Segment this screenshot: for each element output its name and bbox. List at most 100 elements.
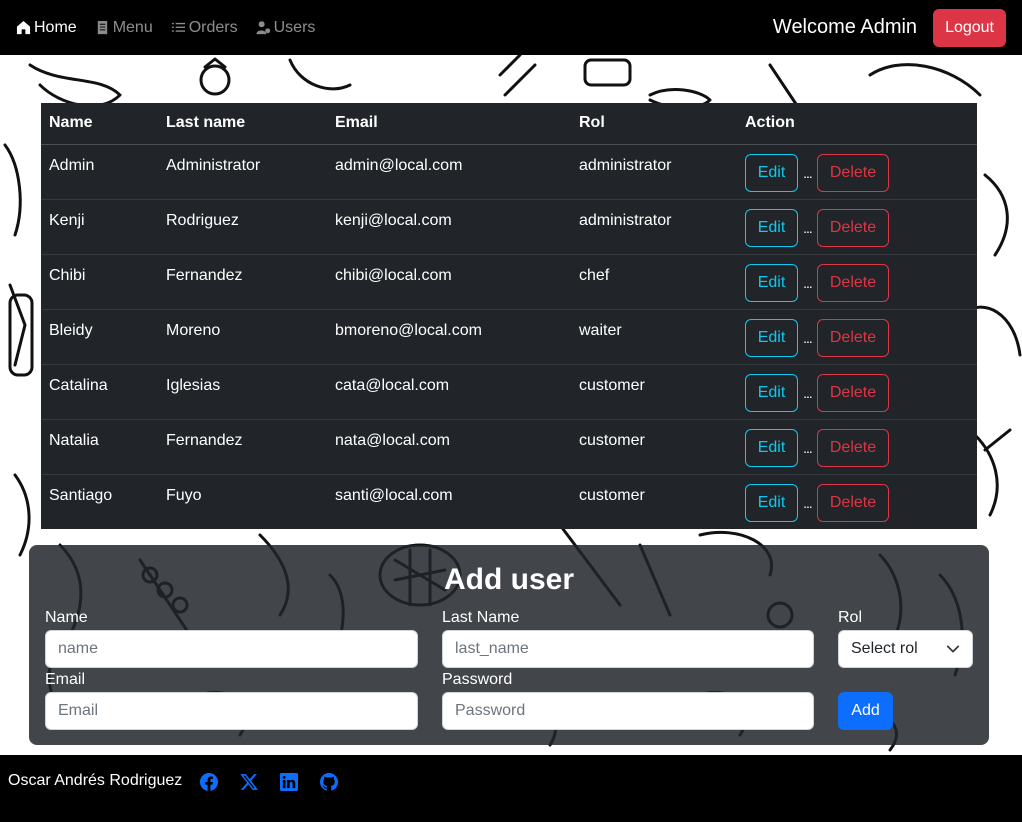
table-row: Bleidy Moreno bmoreno@local.com waiter Edit.… (41, 309, 977, 365)
add-user-form: Add user Name Last Name Rol Select rol E… (29, 545, 989, 745)
list-icon (171, 22, 185, 32)
cell-rol: chef (571, 254, 737, 310)
cell-email: santi@local.com (335, 486, 453, 504)
delete-button[interactable]: Delete (817, 373, 889, 412)
password-label: Password (442, 671, 513, 688)
action-separator: ... (803, 384, 813, 401)
row-actions: Edit... Delete (745, 428, 969, 467)
cell-name: Bleidy (41, 309, 158, 365)
edit-button[interactable]: Edit (745, 373, 798, 412)
top-navbar: Home Menu Orders Users Welcome Admin Log… (0, 0, 1022, 55)
rol-select[interactable]: Select rol (838, 630, 973, 668)
github-icon (320, 773, 338, 791)
cell-actions: Edit... Delete (737, 144, 977, 200)
cell-name: Admin (41, 144, 158, 200)
row-actions: Edit... Delete (745, 373, 969, 412)
linkedin-icon (280, 773, 298, 791)
x-link[interactable] (240, 773, 258, 791)
last-name-label: Last Name (442, 609, 520, 626)
cell-rol: customer (579, 486, 645, 504)
chevron-down-icon (946, 645, 960, 653)
password-input[interactable] (442, 692, 814, 730)
nav-link-home[interactable]: Home (16, 19, 77, 37)
cell-last-name: Rodriguez (158, 199, 327, 255)
nav-link-label: Orders (188, 18, 238, 36)
cell-actions: Edit... Delete (737, 309, 977, 365)
row-actions: Edit... Delete (745, 208, 969, 247)
table-body: Admin Administrator admin@local.com adminis… (41, 144, 977, 529)
row-actions: Edit... Delete (745, 318, 969, 357)
name-input[interactable] (45, 630, 418, 668)
edit-button[interactable]: Edit (745, 153, 798, 192)
cell-name: Santiago (49, 486, 113, 504)
delete-button[interactable]: Delete (817, 208, 889, 247)
linkedin-link[interactable] (280, 773, 298, 791)
rol-label: Rol (838, 609, 863, 626)
row-actions: Edit... Delete (745, 153, 969, 192)
edit-button[interactable]: Edit (745, 318, 798, 357)
cell-last-name: Administrator (158, 144, 327, 200)
email-label: Email (45, 671, 86, 688)
table-row: Catalina Iglesias cata@local.com customer Ed… (41, 364, 977, 420)
users-table: Name Last name Email Rol Action Admin Adm… (41, 103, 977, 529)
nav-links: Home Menu Orders Users (16, 19, 315, 37)
header-action: Action (737, 103, 977, 145)
footer: Oscar Andrés Rodriguez (0, 755, 1022, 822)
cell-rol: administrator (571, 199, 737, 255)
edit-button[interactable]: Edit (745, 263, 798, 302)
person-gear-icon (256, 21, 270, 35)
cell-email: bmoreno@local.com (327, 309, 571, 365)
table-row: Chibi Fernandez chibi@local.com chef Edit...… (41, 254, 977, 310)
nav-link-label: Users (273, 18, 316, 36)
action-separator: ... (803, 164, 813, 181)
cell-email: chibi@local.com (327, 254, 571, 310)
nav-link-orders[interactable]: Orders (171, 19, 238, 37)
action-separator: ... (803, 274, 813, 291)
email-input[interactable] (45, 692, 418, 730)
delete-button[interactable]: Delete (817, 428, 889, 467)
edit-button[interactable]: Edit (745, 208, 798, 247)
last-name-input[interactable] (442, 630, 814, 668)
table-row: Natalia Fernandez nata@local.com customer Ed… (41, 419, 977, 475)
delete-button[interactable]: Delete (817, 483, 889, 522)
cell-rol: administrator (571, 144, 737, 200)
table-row: Santiago Fuyo santi@local.com customer Edit.… (41, 474, 977, 529)
header-email: Email (327, 103, 571, 145)
cell-actions: Edit... Delete (737, 364, 977, 420)
nav-link-label: Menu (112, 18, 153, 36)
cell-last-name: Fuyo (166, 486, 202, 504)
delete-button[interactable]: Delete (817, 263, 889, 302)
x-icon (240, 774, 258, 790)
facebook-link[interactable] (200, 772, 218, 791)
footer-author: Oscar Andrés Rodriguez (8, 772, 183, 789)
table-row: Kenji Rodriguez kenji@local.com administrat… (41, 199, 977, 255)
nav-link-users[interactable]: Users (256, 18, 316, 37)
delete-button[interactable]: Delete (817, 153, 889, 192)
delete-button[interactable]: Delete (817, 318, 889, 357)
nav-link-menu[interactable]: Menu (95, 19, 153, 37)
cell-email: kenji@local.com (327, 199, 571, 255)
github-link[interactable] (320, 773, 338, 791)
cell-name: Natalia (41, 419, 158, 475)
header-last-name: Last name (158, 103, 327, 145)
welcome-text: Welcome Admin (772, 16, 918, 38)
header-name: Name (41, 103, 158, 145)
header-rol: Rol (571, 103, 737, 145)
cell-actions: Edit... Delete (737, 474, 977, 529)
edit-button[interactable]: Edit (745, 483, 798, 522)
cell-actions: Edit... Delete (737, 419, 977, 475)
add-button[interactable]: Add (838, 692, 893, 730)
cell-email: admin@local.com (327, 144, 571, 200)
name-label: Name (45, 609, 88, 626)
users-table-container: Name Last name Email Rol Action Admin Adm… (41, 103, 977, 529)
edit-button[interactable]: Edit (745, 428, 798, 467)
cell-actions: Edit... Delete (737, 254, 977, 310)
cell-rol: waiter (571, 309, 737, 365)
action-separator: ... (803, 494, 813, 511)
cell-name: Kenji (41, 199, 158, 255)
cell-rol: customer (571, 364, 737, 420)
cell-email: nata@local.com (327, 419, 571, 475)
logout-button[interactable]: Logout (933, 8, 1006, 47)
cell-name: Chibi (41, 254, 158, 310)
nav-link-label: Home (34, 18, 77, 36)
